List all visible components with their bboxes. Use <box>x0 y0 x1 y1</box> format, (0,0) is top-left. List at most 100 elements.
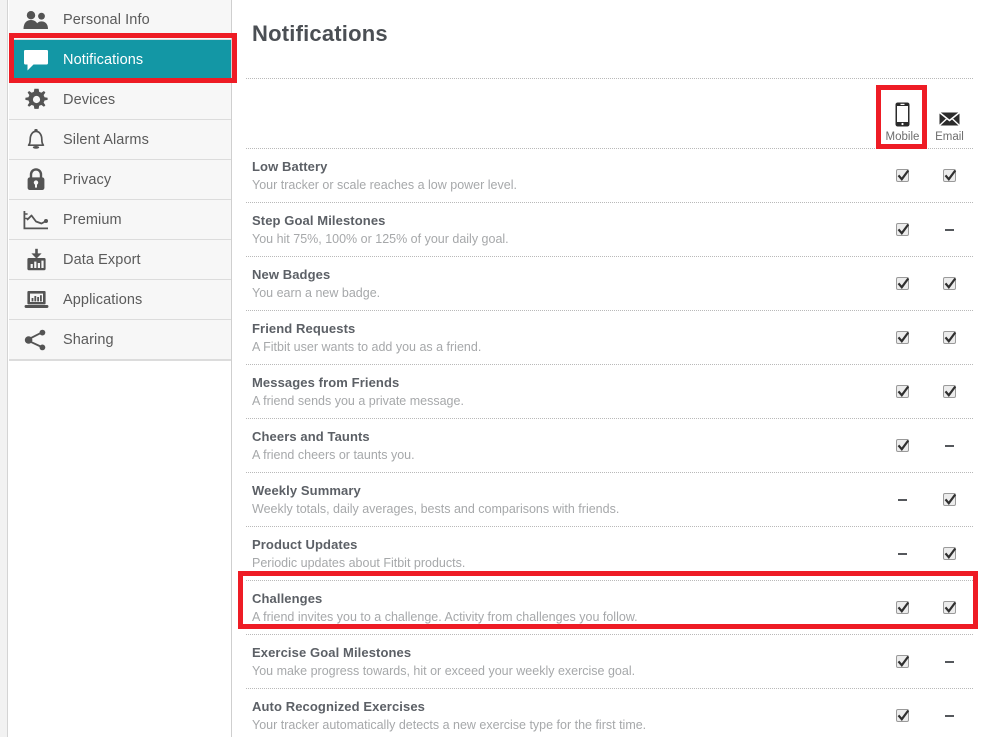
sidebar-item-silent-alarms[interactable]: Silent Alarms <box>9 120 231 160</box>
sidebar-item-personal-info[interactable]: Personal Info <box>9 0 231 40</box>
cell-mobile[interactable] <box>879 709 926 722</box>
cell-email[interactable] <box>926 385 973 398</box>
notification-row: Challenges A friend invites you to a chal… <box>246 581 973 634</box>
notification-row-text: Exercise Goal Milestones You make progres… <box>246 644 879 680</box>
notification-row-text: Weekly Summary Weekly totals, daily avera… <box>246 482 879 518</box>
mobile-checkbox-checked[interactable] <box>896 601 910 614</box>
notification-row-text: Step Goal Milestones You hit 75%, 100% or… <box>246 212 879 248</box>
laptop-icon <box>9 289 63 310</box>
cell-email[interactable] <box>926 331 973 344</box>
email-checkbox-checked[interactable] <box>943 277 957 290</box>
share-icon <box>9 329 63 351</box>
email-unavailable-dash <box>945 228 954 231</box>
column-header-email[interactable]: Email <box>926 97 973 144</box>
cell-mobile[interactable] <box>879 169 926 182</box>
mobile-checkbox-checked[interactable] <box>896 439 910 452</box>
sidebar-item-label: Notifications <box>63 51 144 68</box>
notification-row: Step Goal Milestones You hit 75%, 100% or… <box>246 203 973 256</box>
notification-description: Your tracker automatically detects a new… <box>252 717 647 732</box>
sidebar-item-devices[interactable]: Devices <box>9 80 231 120</box>
sidebar-item-label: Silent Alarms <box>63 131 149 148</box>
sidebar-item-applications[interactable]: Applications <box>9 280 231 320</box>
mobile-unavailable-dash <box>898 552 907 555</box>
column-header-email-label: Email <box>935 131 964 143</box>
mobile-checkbox-checked[interactable] <box>896 709 910 722</box>
cell-email[interactable] <box>926 228 973 231</box>
mobile-checkbox-checked[interactable] <box>896 223 910 236</box>
notification-row: Weekly Summary Weekly totals, daily avera… <box>246 473 973 526</box>
channel-header-row: Mobile Email <box>246 79 973 148</box>
notification-title: Friend Requests <box>252 320 356 336</box>
cell-mobile[interactable] <box>879 655 926 668</box>
email-checkbox-checked[interactable] <box>943 169 957 182</box>
cell-email[interactable] <box>926 547 973 560</box>
cell-email[interactable] <box>926 169 973 182</box>
email-checkbox-checked[interactable] <box>943 547 957 560</box>
cell-email[interactable] <box>926 660 973 663</box>
cell-email[interactable] <box>926 493 973 506</box>
notification-row: Auto Recognized Exercises Your tracker au… <box>246 689 973 737</box>
notification-title: Cheers and Taunts <box>252 428 370 444</box>
notification-row-text: Auto Recognized Exercises Your tracker au… <box>246 698 879 734</box>
notifications-panel: Notifications Mobile Email Low Battery Y… <box>233 0 992 737</box>
cell-email[interactable] <box>926 444 973 447</box>
sidebar-item-notifications[interactable]: Notifications <box>9 40 231 80</box>
page-left-gutter <box>0 0 8 737</box>
notification-title: Step Goal Milestones <box>252 212 386 228</box>
notification-description: You hit 75%, 100% or 125% of your daily … <box>252 231 509 246</box>
sidebar-nav-list: Personal Info Notifications Devices Silent … <box>9 0 231 361</box>
sidebar-item-premium[interactable]: Premium <box>9 200 231 240</box>
column-header-mobile[interactable]: Mobile <box>879 97 926 144</box>
sidebar-item-privacy[interactable]: Privacy <box>9 160 231 200</box>
mobile-checkbox-checked[interactable] <box>896 277 910 290</box>
sidebar-item-label: Sharing <box>63 331 114 348</box>
notification-title: Messages from Friends <box>252 374 400 390</box>
cell-mobile[interactable] <box>879 498 926 501</box>
sidebar-empty-area <box>9 361 231 737</box>
notification-description: A friend invites you to a challenge. Act… <box>252 609 638 624</box>
cell-email[interactable] <box>926 714 973 717</box>
cell-mobile[interactable] <box>879 552 926 555</box>
settings-page: Personal Info Notifications Devices Silent … <box>0 0 992 737</box>
bell-icon <box>9 128 63 151</box>
notification-title: New Badges <box>252 266 331 282</box>
cell-mobile[interactable] <box>879 601 926 614</box>
sidebar-item-data-export[interactable]: Data Export <box>9 240 231 280</box>
notification-row: Messages from Friends A friend sends you … <box>246 365 973 418</box>
cell-mobile[interactable] <box>879 331 926 344</box>
mobile-unavailable-dash <box>898 498 907 501</box>
settings-sidebar: Personal Info Notifications Devices Silent … <box>9 0 232 737</box>
lock-icon <box>9 168 63 191</box>
cell-email[interactable] <box>926 277 973 290</box>
cell-mobile[interactable] <box>879 277 926 290</box>
email-checkbox-checked[interactable] <box>943 331 957 344</box>
mobile-checkbox-checked[interactable] <box>896 169 910 182</box>
notification-row: New Badges You earn a new badge. <box>246 257 973 310</box>
cell-mobile[interactable] <box>879 385 926 398</box>
notification-title: Weekly Summary <box>252 482 361 498</box>
notification-row: Exercise Goal Milestones You make progres… <box>246 635 973 688</box>
notification-rows: Low Battery Your tracker or scale reaches… <box>246 149 973 737</box>
notification-description: You earn a new badge. <box>252 285 381 300</box>
mobile-phone-icon <box>895 97 910 127</box>
notification-row-text: Low Battery Your tracker or scale reaches… <box>246 158 879 194</box>
chat-bubble-icon <box>9 49 63 71</box>
cell-email[interactable] <box>926 601 973 614</box>
notification-description: A Fitbit user wants to add you as a frie… <box>252 339 482 354</box>
notification-row: Product Updates Periodic updates about Fi… <box>246 527 973 580</box>
gear-icon <box>9 88 63 111</box>
notification-row-text: Messages from Friends A friend sends you … <box>246 374 879 410</box>
sidebar-item-label: Applications <box>63 291 143 308</box>
email-checkbox-checked[interactable] <box>943 601 957 614</box>
email-checkbox-checked[interactable] <box>943 493 957 506</box>
sidebar-item-sharing[interactable]: Sharing <box>9 320 231 360</box>
email-checkbox-checked[interactable] <box>943 385 957 398</box>
mobile-checkbox-checked[interactable] <box>896 331 910 344</box>
notification-row: Low Battery Your tracker or scale reaches… <box>246 149 973 202</box>
cell-mobile[interactable] <box>879 223 926 236</box>
mobile-checkbox-checked[interactable] <box>896 655 910 668</box>
mobile-checkbox-checked[interactable] <box>896 385 910 398</box>
cell-mobile[interactable] <box>879 439 926 452</box>
sidebar-item-label: Privacy <box>63 171 112 188</box>
notification-description: A friend cheers or taunts you. <box>252 447 415 462</box>
